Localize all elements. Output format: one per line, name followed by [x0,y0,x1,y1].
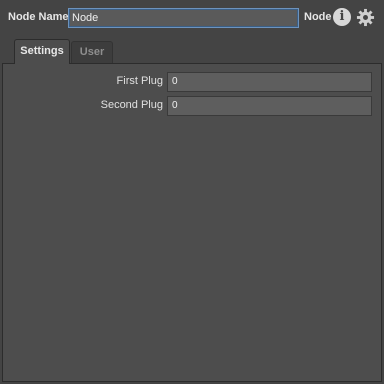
gear-icon[interactable] [356,8,375,27]
first-plug-row: First Plug 0 [3,72,381,92]
node-name-input[interactable] [68,8,299,28]
second-plug-row: Second Plug 0 [3,96,381,116]
first-plug-label: First Plug [116,75,163,87]
node-name-label: Node Name [8,11,69,23]
tab-settings[interactable]: Settings [14,39,70,64]
second-plug-label: Second Plug [100,99,163,111]
first-plug-field[interactable]: 0 [167,72,372,92]
node-type-label: Node [304,11,332,23]
info-icon[interactable]: i [333,8,351,26]
node-editor-window: Node Name Node i Settings User First Plu… [0,0,384,384]
tab-user[interactable]: User [71,41,113,63]
settings-panel: First Plug 0 Second Plug 0 [2,63,382,382]
node-editor-header: Node Name Node i [0,0,384,36]
second-plug-field[interactable]: 0 [167,96,372,116]
